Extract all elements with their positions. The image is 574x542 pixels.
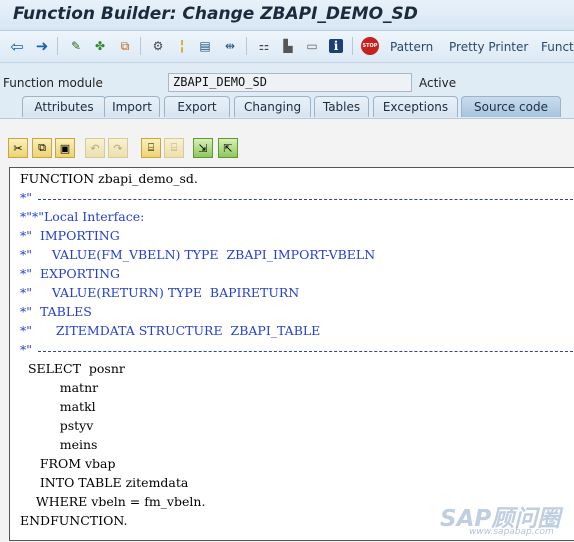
function-module-label: Function module — [3, 76, 103, 90]
upload-icon[interactable]: ⇱ — [218, 138, 238, 158]
navigation-icon[interactable]: ⇹ — [221, 37, 239, 55]
window-title: Function Builder: Change ZBAPI_DEMO_SD — [13, 4, 418, 24]
comment-divider — [38, 351, 574, 352]
toolbar-separator — [57, 37, 58, 55]
object-list-icon[interactable]: ▤ — [196, 37, 214, 55]
activate-icon[interactable]: ⧉ — [116, 37, 134, 55]
code-line: SELECT posnr — [20, 361, 125, 376]
code-line: INTO TABLE zitemdata — [20, 475, 189, 490]
find-next-icon[interactable]: ⌸ — [164, 138, 184, 158]
redo-icon[interactable]: ↷ — [108, 138, 128, 158]
comment-marker: *" — [20, 342, 32, 357]
watermark-url: www.sapabap.com — [469, 527, 554, 537]
function-module-status: Active — [419, 76, 457, 90]
code-line: pstyv — [20, 418, 94, 433]
tab-source-code[interactable]: Source code — [461, 96, 561, 117]
comment-line: *" VALUE(RETURN) TYPE BAPIRETURN — [20, 285, 300, 300]
where-used-icon[interactable]: ⚙ — [149, 37, 167, 55]
comment-line: *"*"Local Interface: — [20, 209, 145, 224]
code-line: WHERE vbeln = fm_vbeln. — [20, 494, 206, 509]
title-bar: Function Builder: Change ZBAPI_DEMO_SD — [0, 0, 574, 31]
comment-line: *" — [20, 190, 574, 209]
code-line: FROM vbap — [20, 456, 116, 471]
tab-exceptions[interactable]: Exceptions — [373, 96, 458, 117]
comment-marker: *" — [20, 190, 32, 205]
tab-tables[interactable]: Tables — [314, 96, 369, 117]
display-change-icon[interactable]: ✎ — [67, 37, 85, 55]
code-line: matkl — [20, 399, 96, 414]
function-button[interactable]: Functi — [541, 40, 574, 54]
insert-statement-icon[interactable]: ⇲ — [193, 138, 213, 158]
paste-icon[interactable]: ▣ — [55, 138, 75, 158]
layout-icon[interactable]: ▭ — [303, 37, 321, 55]
comment-line: *" IMPORTING — [20, 228, 120, 243]
toolbar-separator — [352, 37, 353, 55]
check-icon[interactable]: ✤ — [91, 37, 109, 55]
comment-divider — [38, 199, 574, 200]
comment-line: *" — [20, 342, 574, 361]
set-breakpoint-icon[interactable]: ¦ — [173, 37, 191, 55]
comment-line: *" ZITEMDATA STRUCTURE ZBAPI_TABLE — [20, 323, 321, 338]
pretty-printer-button[interactable]: Pretty Printer — [449, 40, 528, 54]
application-toolbar: ⇦ ➜ ✎ ✤ ⧉ ⚙ ¦ ▤ ⇹ ⚏ ▙ ▭ i STOP Pattern Pretty Printer Fu… — [0, 31, 574, 63]
code-line: matnr — [20, 380, 99, 395]
pattern-button[interactable]: Pattern — [390, 40, 433, 54]
code-line: ENDFUNCTION. — [20, 513, 128, 528]
comment-line: *" EXPORTING — [20, 266, 121, 281]
tab-import[interactable]: Import — [104, 96, 160, 117]
toolbar-separator — [140, 37, 141, 55]
forward-icon[interactable]: ➜ — [33, 37, 51, 55]
tab-export[interactable]: Export — [164, 96, 230, 117]
back-icon[interactable]: ⇦ — [8, 37, 26, 56]
find-icon[interactable]: ⌸ — [141, 138, 161, 158]
copy-icon[interactable]: ⧉ — [32, 138, 52, 158]
code-line: FUNCTION zbapi_demo_sd. — [20, 171, 198, 186]
tab-attributes[interactable]: Attributes — [22, 96, 106, 117]
abap-source-editor[interactable]: FUNCTION zbapi_demo_sd. *" *"*"Local Inter… — [9, 167, 574, 541]
function-module-field[interactable]: ZBAPI_DEMO_SD — [168, 73, 412, 92]
stop-icon[interactable]: STOP — [361, 37, 379, 55]
undo-icon[interactable]: ↶ — [85, 138, 105, 158]
tab-changing[interactable]: Changing — [234, 96, 311, 117]
print-icon[interactable]: ▙ — [279, 37, 297, 55]
toolbar-separator — [246, 37, 247, 55]
tab-strip: Attributes Import Export Changing Tables Exce… — [0, 96, 574, 118]
information-icon[interactable]: i — [329, 39, 343, 53]
function-module-row: Function module ZBAPI_DEMO_SD Active — [0, 63, 574, 95]
code-line: meins — [20, 437, 98, 452]
cut-icon[interactable]: ✂ — [8, 138, 28, 158]
comment-line: *" TABLES — [20, 304, 92, 319]
hierarchy-icon[interactable]: ⚏ — [255, 37, 273, 55]
comment-line: *" VALUE(FM_VBELN) TYPE ZBAPI_IMPORT-VBE… — [20, 247, 376, 262]
